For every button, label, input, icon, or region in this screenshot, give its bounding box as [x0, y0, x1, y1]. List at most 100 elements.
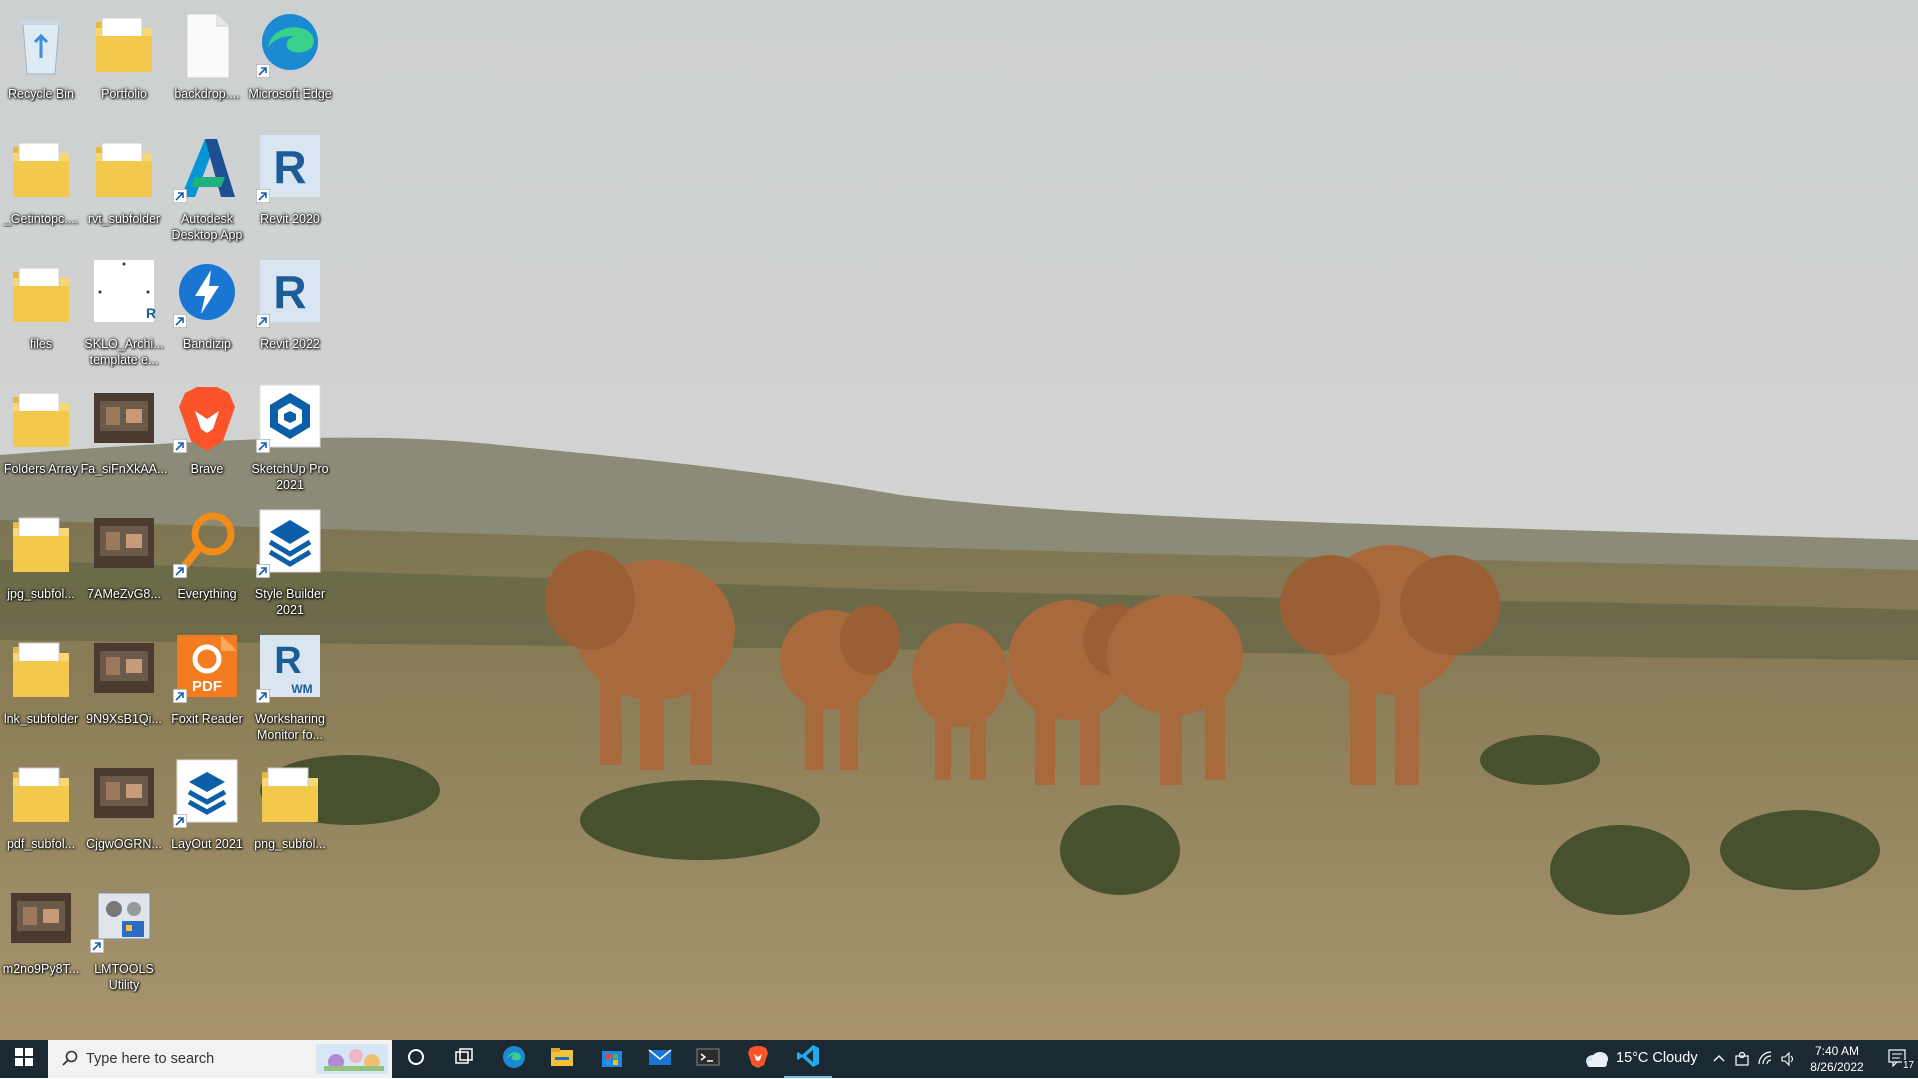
start-button[interactable] — [0, 1040, 48, 1078]
folder-icon — [9, 383, 73, 459]
desktop-icon-backdrop[interactable]: backdrop.... — [167, 2, 247, 126]
desktop-icon-9n9xsb1qi[interactable]: 9N9XsB1Qi... — [84, 627, 164, 751]
desktop-icon-style-builder-2021[interactable]: Style Builder 2021 — [250, 502, 330, 626]
taskbar: Type here to search 15°C Cloudy 7:40 AM … — [0, 1040, 1918, 1078]
show-hidden-icons-chevron-icon[interactable] — [1712, 1051, 1726, 1070]
shortcut-arrow-icon — [255, 438, 271, 454]
desktop-icon-bandizip[interactable]: Bandizip — [167, 252, 247, 376]
image-thumbnail-icon — [92, 508, 156, 584]
clock-time: 7:40 AM — [1814, 1044, 1860, 1058]
desktop-icon-everything[interactable]: Everything — [167, 502, 247, 626]
desktop-icon-rvt-subfolder[interactable]: rvt_subfolder — [84, 127, 164, 251]
folder-icon — [9, 133, 73, 209]
microsoft-store-icon — [600, 1045, 624, 1074]
folder-icon — [9, 508, 73, 584]
shortcut-arrow-icon — [172, 313, 188, 329]
taskbar-file-explorer[interactable] — [538, 1040, 586, 1078]
folder-icon — [258, 758, 322, 834]
file-icon — [175, 8, 239, 84]
desktop-icon-label: CjgwOGRN... — [86, 837, 162, 851]
desktop-icon-sklo-archi-template-e[interactable]: R SKLO_Archi... template e... — [84, 252, 164, 376]
taskbar-vscode[interactable] — [784, 1040, 832, 1078]
image-thumbnail-icon — [92, 758, 156, 834]
shortcut-arrow-icon — [172, 438, 188, 454]
shortcut-arrow-icon — [172, 688, 188, 704]
desktop-icon-label: rvt_subfolder — [87, 212, 161, 226]
action-center-button[interactable]: 17 — [1880, 1040, 1918, 1078]
desktop-icon-recycle-bin[interactable]: Recycle Bin — [1, 2, 81, 126]
desktop-icon-label: Autodesk Desktop App — [171, 212, 243, 242]
mail-icon — [648, 1047, 672, 1072]
desktop-icon-label: Portfolio — [101, 87, 147, 101]
desktop-icon-files[interactable]: files — [1, 252, 81, 376]
recycle-bin-icon — [9, 8, 73, 84]
desktop-icon-jpg-subfol[interactable]: jpg_subfol... — [1, 502, 81, 626]
taskbar-microsoft-store[interactable] — [588, 1040, 636, 1078]
svg-text:R: R — [146, 305, 156, 321]
shortcut-arrow-icon — [172, 813, 188, 829]
desktop-icon-worksharing-monitor-fo[interactable]: R WM Worksharing Monitor fo... — [250, 627, 330, 751]
taskbar-edge[interactable] — [490, 1040, 538, 1078]
desktop-icon-folders-array[interactable]: Folders Array — [1, 377, 81, 501]
desktop-icon-getintopc[interactable]: _Getintopc.... — [1, 127, 81, 251]
taskbar-search-box[interactable]: Type here to search — [48, 1040, 392, 1078]
desktop-icon-label: Bandizip — [183, 337, 231, 351]
desktop-icon-label: Style Builder 2021 — [254, 587, 326, 617]
vscode-icon — [796, 1044, 820, 1073]
svg-text:R: R — [274, 640, 301, 682]
desktop-icon-autodesk-desktop-app[interactable]: Autodesk Desktop App — [167, 127, 247, 251]
taskbar-terminal[interactable] — [684, 1040, 732, 1078]
cortana-button[interactable] — [392, 1040, 440, 1078]
shortcut-arrow-icon — [172, 563, 188, 579]
desktop-icon-label: Microsoft Edge — [248, 87, 332, 101]
desktop-icon-portfolio[interactable]: Portfolio — [84, 2, 164, 126]
desktop-icon-brave[interactable]: Brave — [167, 377, 247, 501]
desktop-icon-microsoft-edge[interactable]: Microsoft Edge — [248, 2, 332, 126]
task-view-button[interactable] — [440, 1040, 488, 1078]
revit-file-icon: R — [92, 258, 156, 334]
search-icon — [62, 1050, 78, 1071]
desktop-icon-png-subfol[interactable]: png_subfol... — [250, 752, 330, 876]
svg-text:R: R — [273, 266, 306, 318]
edge-icon — [502, 1045, 526, 1074]
desktop-icon-sketchup-pro-2021[interactable]: SketchUp Pro 2021 — [250, 377, 330, 501]
folder-icon — [9, 633, 73, 709]
desktop-icon-revit-2020[interactable]: R Revit 2020 — [250, 127, 330, 251]
terminal-icon — [696, 1047, 720, 1072]
desktop-icon-label: Fa_siFnXkAA... — [80, 462, 168, 476]
task-view-icon — [454, 1047, 474, 1071]
desktop-icon-cjgwogrn[interactable]: CjgwOGRN... — [84, 752, 164, 876]
desktop-icon-label: backdrop.... — [174, 87, 240, 101]
desktop-icon-label: _Getintopc.... — [3, 212, 79, 226]
search-highlight-illustration-icon — [316, 1044, 388, 1079]
shortcut-arrow-icon — [255, 313, 271, 329]
desktop-icon-foxit-reader[interactable]: PDF Foxit Reader — [167, 627, 247, 751]
desktop-icon-lmtools-utility[interactable]: LMTOOLS Utility — [84, 877, 164, 1001]
taskbar-brave[interactable] — [734, 1040, 782, 1078]
desktop-icon-m2no9py8t[interactable]: m2no9Py8T... — [1, 877, 81, 1001]
desktop-icon-label: png_subfol... — [254, 837, 326, 851]
taskbar-clock[interactable]: 7:40 AM 8/26/2022 — [1792, 1043, 1882, 1075]
desktop-icon-label: Revit 2022 — [260, 337, 320, 351]
desktop-icon-label: SKLO_Archi... template e... — [84, 337, 164, 367]
desktop-icon-label: Recycle Bin — [8, 87, 74, 101]
desktop-icon-7amezvg8[interactable]: 7AMeZvG8... — [84, 502, 164, 626]
weather-text: 15°C Cloudy — [1616, 1050, 1698, 1066]
svg-text:WM: WM — [291, 682, 312, 696]
desktop-icon-revit-2022[interactable]: R Revit 2022 — [250, 252, 330, 376]
desktop-icon-layout-2021[interactable]: LayOut 2021 — [167, 752, 247, 876]
desktop-icon-lnk-subfolder[interactable]: lnk_subfolder — [1, 627, 81, 751]
meet-now-icon[interactable] — [1734, 1051, 1750, 1072]
shortcut-arrow-icon — [255, 563, 271, 579]
svg-text:PDF: PDF — [192, 678, 222, 695]
shortcut-arrow-icon — [255, 63, 271, 79]
network-wifi-icon[interactable] — [1758, 1051, 1774, 1072]
desktop-icon-label: 7AMeZvG8... — [87, 587, 161, 601]
folder-icon — [9, 758, 73, 834]
desktop-icon-pdf-subfol[interactable]: pdf_subfol... — [1, 752, 81, 876]
file-explorer-icon — [550, 1047, 574, 1072]
shortcut-arrow-icon — [89, 938, 105, 954]
desktop-icon-fa-sifnxkaa[interactable]: Fa_siFnXkAA... — [81, 377, 167, 501]
cloud-icon — [1584, 1050, 1610, 1073]
taskbar-mail[interactable] — [636, 1040, 684, 1078]
